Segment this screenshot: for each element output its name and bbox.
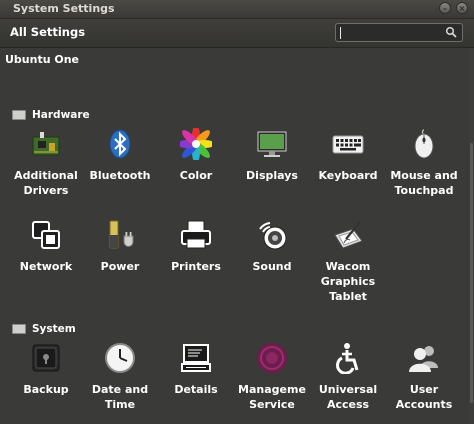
item-label: Additional Drivers (14, 169, 78, 197)
search-icon (445, 26, 457, 38)
hardware-section-icon (12, 110, 26, 120)
item-label: Sound (252, 260, 292, 273)
monitor-icon (257, 131, 287, 157)
scrollbar[interactable] (469, 48, 474, 424)
keyboard-item[interactable]: Keyboard (310, 128, 386, 183)
minimize-button[interactable]: – (439, 2, 451, 14)
close-button[interactable]: × (456, 2, 468, 14)
item-label: Power (100, 260, 140, 273)
ubuntu-one-item[interactable]: Ubuntu One (4, 52, 80, 67)
speaker-icon (259, 222, 287, 250)
toolbar: All Settings (0, 19, 474, 48)
safe-icon (32, 344, 60, 372)
system-section-icon (12, 324, 26, 334)
text-cursor (340, 27, 341, 39)
battery-plug-icon (109, 220, 134, 249)
item-label: Details (174, 383, 218, 396)
section-hardware: Hardware (12, 107, 90, 123)
color-wheel-icon (177, 125, 215, 163)
computer-icon (181, 344, 211, 372)
tablet-pen-icon (334, 221, 363, 249)
item-label: Network (19, 260, 73, 273)
printer-icon (181, 220, 211, 249)
item-label: Ubuntu One (4, 53, 80, 66)
users-icon (409, 346, 438, 372)
bluetooth-icon (109, 129, 131, 159)
item-label: Printers (171, 260, 221, 273)
management-service-item[interactable]: Manageme Service (234, 342, 310, 412)
additional-drivers-item[interactable]: Additional Drivers (8, 128, 84, 198)
item-label: Universal Access (318, 383, 378, 411)
item-label: Displays (246, 169, 298, 182)
all-settings-button[interactable]: All Settings (10, 25, 85, 39)
displays-item[interactable]: Displays (234, 128, 310, 183)
section-title: Hardware (32, 109, 90, 121)
landscape-icon (257, 343, 287, 373)
section-title: System (32, 323, 76, 335)
wacom-tablet-item[interactable]: Wacom Graphics Tablet (310, 219, 386, 304)
item-label: User Accounts (395, 383, 453, 411)
accessibility-icon (336, 343, 359, 375)
network-item[interactable]: Network (8, 219, 84, 274)
mouse-icon (414, 129, 434, 159)
item-label: Backup (23, 383, 69, 396)
backup-item[interactable]: Backup (8, 342, 84, 397)
window-title: System Settings (13, 2, 115, 15)
clock-icon (105, 343, 135, 373)
section-system: System (12, 321, 76, 337)
user-accounts-item[interactable]: User Accounts (386, 342, 462, 412)
keyboard-icon (332, 135, 364, 154)
item-label: Keyboard (318, 169, 378, 182)
network-icon (32, 221, 60, 249)
details-item[interactable]: Details (158, 342, 234, 397)
universal-access-item[interactable]: Universal Access (310, 342, 386, 412)
item-label: Bluetooth (89, 169, 151, 182)
item-label: Date and Time (91, 383, 149, 411)
printers-item[interactable]: Printers (158, 219, 234, 274)
item-label: Manageme Service (238, 383, 306, 411)
window-titlebar: System Settings – × (0, 0, 474, 19)
search-input[interactable] (335, 23, 463, 42)
item-label: Wacom Graphics Tablet (320, 260, 376, 303)
mouse-touchpad-item[interactable]: Mouse and Touchpad (386, 128, 462, 198)
item-label: Mouse and Touchpad (390, 169, 458, 197)
color-item[interactable]: Color (158, 125, 234, 183)
item-label: Color (179, 169, 213, 182)
scrollbar-thumb[interactable] (470, 143, 473, 403)
bluetooth-item[interactable]: Bluetooth (82, 128, 158, 183)
date-time-item[interactable]: Date and Time (82, 342, 158, 412)
sound-item[interactable]: Sound (234, 219, 310, 274)
circuit-board-icon (32, 132, 60, 156)
power-item[interactable]: Power (82, 219, 158, 274)
